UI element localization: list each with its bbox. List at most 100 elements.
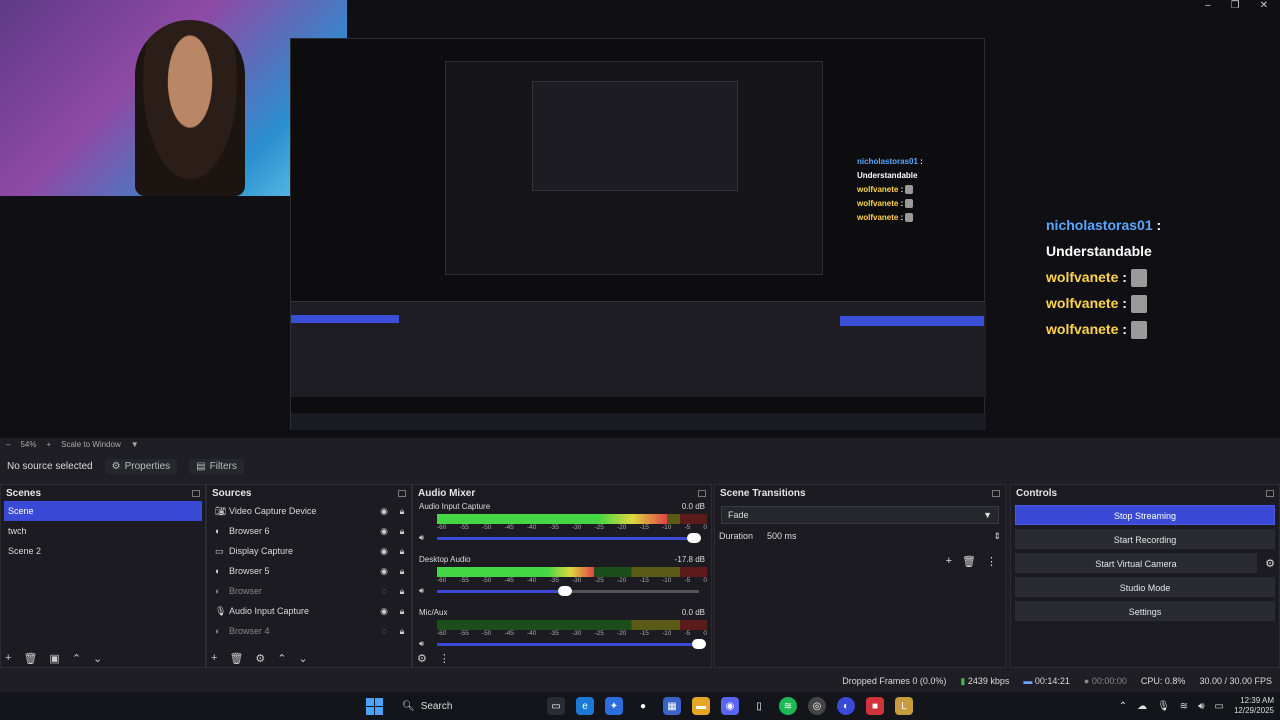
undock-icon[interactable] [192, 489, 200, 497]
source-item[interactable]: ◐ Browser 5 ◉ 🔒︎ [207, 561, 411, 581]
edge-icon[interactable]: e [576, 697, 594, 715]
start-virtual-camera-button[interactable]: Start Virtual Camera [1015, 553, 1257, 573]
lock-icon[interactable]: 🔒︎ [393, 526, 411, 537]
scene-item[interactable]: Scene [4, 501, 202, 521]
zoom-out-icon[interactable]: – [6, 440, 10, 449]
volume-slider[interactable] [437, 532, 701, 543]
mic-icon[interactable]: 🎙︎ [1157, 701, 1170, 712]
remove-source-button[interactable]: 🗑 [229, 652, 243, 665]
filters-button[interactable]: ▤ Filters [189, 458, 244, 474]
eye-icon[interactable]: ◉ [375, 546, 393, 557]
transition-menu-icon[interactable]: ⋮ [986, 555, 997, 568]
slider-knob[interactable] [558, 585, 573, 596]
speaker-icon[interactable]: 🔊︎ [419, 586, 431, 596]
source-item[interactable]: 📷︎ Video Capture Device ◉ 🔒︎ [207, 501, 411, 521]
eye-icon[interactable]: ◉ [375, 566, 393, 577]
source-item[interactable]: ▭ Display Capture ◉ 🔒︎ [207, 541, 411, 561]
source-name: Video Capture Device [229, 506, 317, 516]
file-icon[interactable]: ▯ [750, 697, 768, 715]
fps: 30.00 / 30.00 FPS [1199, 676, 1272, 686]
stepper-icon[interactable]: ⇕ [993, 531, 1001, 542]
copilot-icon[interactable]: ✦ [605, 697, 623, 715]
scene-filters-button[interactable]: ▣ [49, 652, 59, 665]
clock[interactable]: 12:39 AM 12/29/2025 [1234, 696, 1274, 716]
chevron-down-icon[interactable]: ▼ [131, 440, 139, 449]
source-item[interactable]: ◐ Browser 6 ◉ 🔒︎ [207, 521, 411, 541]
volume-slider[interactable] [437, 585, 699, 596]
source-item[interactable]: ◐ Browser 4 ◌ 🔒︎ [207, 621, 411, 641]
program-preview[interactable]: nicholastoras01 : Understandable wolfvan… [0, 0, 1280, 438]
move-down-button[interactable]: ⌄ [299, 652, 308, 665]
scene-item[interactable]: twch [1, 521, 205, 541]
eye-icon[interactable]: ◉ [375, 506, 393, 517]
move-up-button[interactable]: ⌃ [72, 652, 81, 665]
lock-icon[interactable]: 🔒︎ [393, 566, 411, 577]
eye-off-icon[interactable]: ◌ [375, 626, 393, 636]
transition-select[interactable]: Fade ▼ [721, 506, 999, 524]
windows-start-icon[interactable] [366, 697, 383, 715]
stop-streaming-button[interactable]: Stop Streaming [1015, 505, 1275, 525]
slider-knob[interactable] [692, 638, 706, 649]
search-icon: 🔍︎ [402, 700, 415, 712]
undock-icon[interactable] [992, 489, 1000, 497]
eye-icon[interactable]: ◉ [375, 526, 393, 537]
game-icon[interactable]: ■ [866, 697, 884, 715]
lock-icon[interactable]: 🔒︎ [393, 586, 411, 597]
discord-icon[interactable]: ◉ [721, 697, 739, 715]
taskbar-search[interactable]: 🔍︎ Search [394, 695, 536, 717]
pin-icon[interactable]: ● [634, 697, 652, 715]
scale-tick: -20 [617, 577, 627, 584]
studio-mode-button[interactable]: Studio Mode [1015, 577, 1275, 597]
slider-knob[interactable] [686, 532, 701, 543]
close-button[interactable]: ✕ [1260, 0, 1268, 14]
add-source-button[interactable]: + [211, 652, 217, 665]
task-view-icon[interactable]: ▭ [547, 697, 565, 715]
cpu-usage: CPU: 0.8% [1140, 676, 1186, 686]
source-item[interactable]: 🎙︎ Audio Input Capture ◉ 🔒︎ [207, 601, 411, 621]
remove-scene-button[interactable]: 🗑 [23, 652, 37, 665]
lock-icon[interactable]: 🔒︎ [393, 546, 411, 557]
start-recording-button[interactable]: Start Recording [1015, 529, 1275, 549]
chevron-up-icon[interactable]: ⌃ [1119, 701, 1127, 712]
lock-icon[interactable]: 🔒︎ [393, 626, 411, 637]
scale-tick: -15 [639, 577, 649, 584]
battery-icon[interactable]: ▭ [1215, 701, 1224, 712]
source-properties-button[interactable]: ⚙ [255, 652, 265, 665]
move-down-button[interactable]: ⌄ [93, 652, 102, 665]
move-up-button[interactable]: ⌃ [277, 652, 286, 665]
scale-mode-select[interactable]: Scale to Window [61, 440, 121, 449]
undock-icon[interactable] [398, 489, 406, 497]
gear-icon[interactable]: ⚙ [1261, 557, 1279, 570]
settings-button[interactable]: Settings [1015, 601, 1275, 621]
wifi-icon[interactable]: ≋ [1180, 701, 1188, 712]
add-transition-button[interactable]: + [946, 555, 952, 568]
cloud-icon[interactable]: ☁ [1137, 701, 1147, 712]
lock-icon[interactable]: 🔒︎ [393, 606, 411, 617]
league-icon[interactable]: L [895, 697, 913, 715]
maximize-button[interactable]: ❐ [1231, 0, 1240, 14]
volume-slider[interactable] [437, 638, 706, 649]
speaker-icon[interactable]: 🔊︎ [419, 639, 431, 649]
undock-icon[interactable] [1266, 489, 1274, 497]
speaker-icon[interactable]: 🔊︎ [419, 533, 431, 543]
lock-icon[interactable]: 🔒︎ [393, 506, 411, 517]
app-icon[interactable]: ◐ [837, 697, 855, 715]
undock-icon[interactable] [698, 489, 706, 497]
add-scene-button[interactable]: + [5, 652, 11, 665]
properties-button[interactable]: ⚙ Properties [104, 458, 178, 474]
eye-icon[interactable]: ◉ [375, 606, 393, 617]
eye-off-icon[interactable]: ◌ [375, 586, 393, 596]
obs-icon[interactable]: ◎ [808, 697, 826, 715]
scene-item[interactable]: Scene 2 [1, 541, 205, 561]
volume-icon[interactable]: 🔊︎ [1198, 701, 1204, 712]
spotify-icon[interactable]: ≋ [779, 697, 797, 715]
more-options-icon[interactable]: ⋮ [439, 652, 450, 665]
remove-transition-button[interactable]: 🗑 [962, 555, 976, 568]
store-icon[interactable]: ▦ [663, 697, 681, 715]
folder-icon[interactable]: ▬ [692, 697, 710, 715]
source-item[interactable]: ◐ Browser ◌ 🔒︎ [207, 581, 411, 601]
advanced-audio-icon[interactable]: ⚙ [417, 652, 427, 665]
zoom-in-icon[interactable]: + [46, 440, 51, 449]
duration-input[interactable]: 500 ms [763, 529, 984, 543]
minimize-button[interactable]: – [1205, 0, 1211, 14]
